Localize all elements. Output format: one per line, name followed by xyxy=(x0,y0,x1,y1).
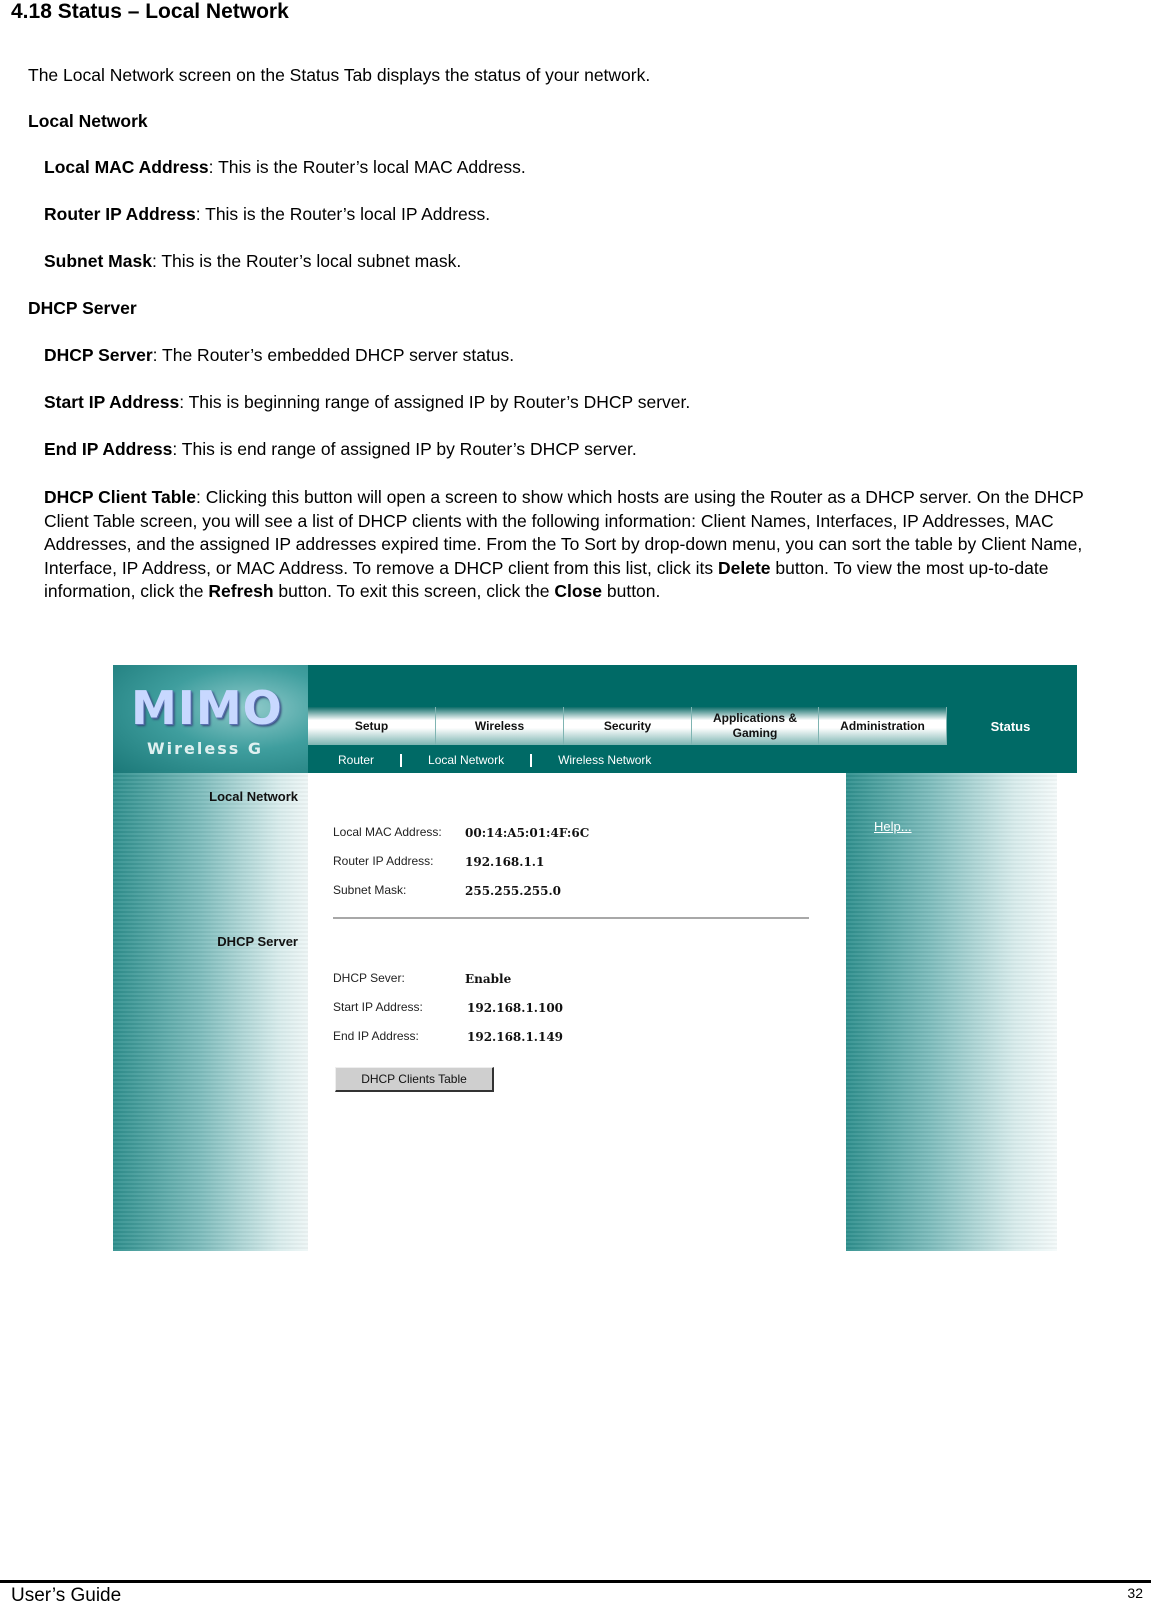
item-term: Subnet Mask xyxy=(44,251,152,271)
value-start-ip: 192.168.1.100 xyxy=(467,1001,564,1015)
item-desc: : This is end range of assigned IP by Ro… xyxy=(172,439,637,459)
subnav-separator xyxy=(530,753,533,767)
item-term: DHCP Server xyxy=(44,345,153,365)
item-term: Start IP Address xyxy=(44,392,180,412)
label-subnet-mask: Subnet Mask: xyxy=(333,883,407,897)
tab-administration[interactable]: Administration xyxy=(819,707,947,745)
item-desc: : This is the Router’s local subnet mask… xyxy=(151,251,462,271)
para-close-term: Close xyxy=(554,581,602,601)
para-text: button. To exit this screen, click the xyxy=(273,581,555,601)
tab-wireless[interactable]: Wireless xyxy=(436,707,564,745)
sidebar-label-dhcp-server: DHCP Server xyxy=(217,934,298,949)
sub-nav: Router Local Network Wireless Network xyxy=(308,750,651,770)
section-divider xyxy=(333,917,809,919)
subnav-router[interactable]: Router xyxy=(338,753,374,767)
label-local-mac: Local MAC Address: xyxy=(333,825,442,839)
logo: MIMO Wireless G xyxy=(113,665,308,773)
page-number: 32 xyxy=(1127,1585,1143,1601)
label-router-ip: Router IP Address: xyxy=(333,854,434,868)
intro-text: The Local Network screen on the Status T… xyxy=(28,65,651,85)
item-term: Router IP Address xyxy=(44,204,196,224)
item-start-ip: Start IP Address: This is beginning rang… xyxy=(44,392,690,413)
subnav-wireless-network[interactable]: Wireless Network xyxy=(558,753,651,767)
value-end-ip: 192.168.1.149 xyxy=(467,1030,564,1044)
tab-status[interactable]: Status xyxy=(947,707,1074,745)
label-dhcp-server: DHCP Sever: xyxy=(333,971,405,985)
para-delete-term: Delete xyxy=(718,557,771,578)
section-title-dhcp-server: DHCP Server xyxy=(28,298,137,318)
label-end-ip: End IP Address: xyxy=(333,1029,419,1043)
right-help-panel: Help... xyxy=(846,773,1057,1251)
value-dhcp-server: Enable xyxy=(465,972,512,986)
main-tabs: Setup Wireless Security Applications & G… xyxy=(308,707,1074,747)
value-subnet-mask: 255.255.255.0 xyxy=(465,884,562,898)
footer-title: User’s Guide xyxy=(11,1585,122,1606)
dhcp-client-table-paragraph: DHCP Client Table: Clicking this button … xyxy=(44,486,1124,604)
item-term: Local MAC Address xyxy=(44,157,209,177)
tab-applications-gaming[interactable]: Applications & Gaming xyxy=(692,707,819,745)
item-subnet-mask: Subnet Mask: This is the Router’s local … xyxy=(44,251,461,272)
item-desc: : This is the Router’s local IP Address. xyxy=(195,204,491,224)
item-desc: : This is beginning range of assigned IP… xyxy=(179,392,691,412)
value-local-mac: 00:14:A5:01:4F:6C xyxy=(465,826,590,840)
item-desc: : This is the Router’s local MAC Address… xyxy=(208,157,526,177)
item-router-ip: Router IP Address: This is the Router’s … xyxy=(44,204,490,225)
label-start-ip: Start IP Address: xyxy=(333,1000,423,1014)
subnav-local-network[interactable]: Local Network xyxy=(428,753,504,767)
logo-sub: Wireless G xyxy=(147,739,263,758)
section-title-local-network: Local Network xyxy=(28,111,148,131)
item-desc: : The Router’s embedded DHCP server stat… xyxy=(152,345,515,365)
sidebar-label-local-network: Local Network xyxy=(209,789,298,804)
para-text: button. xyxy=(602,581,661,601)
subnav-separator xyxy=(400,753,403,767)
tab-setup[interactable]: Setup xyxy=(308,707,436,745)
page-heading: 4.18 Status – Local Network xyxy=(11,0,289,23)
item-term: End IP Address xyxy=(44,439,173,459)
left-sidebar: Local Network DHCP Server xyxy=(113,773,308,1251)
footer-divider xyxy=(0,1580,1151,1583)
item-dhcp-server: DHCP Server: The Router’s embedded DHCP … xyxy=(44,345,514,366)
value-router-ip: 192.168.1.1 xyxy=(465,855,545,869)
para-refresh-term: Refresh xyxy=(208,581,274,601)
item-end-ip: End IP Address: This is end range of ass… xyxy=(44,439,637,460)
router-status-screenshot: MIMO Wireless G Setup Wireless Security … xyxy=(113,665,1077,1251)
item-local-mac: Local MAC Address: This is the Router’s … xyxy=(44,157,526,178)
para-term: DHCP Client Table xyxy=(44,487,197,507)
tab-security[interactable]: Security xyxy=(564,707,692,745)
dhcp-clients-table-button[interactable]: DHCP Clients Table xyxy=(335,1067,494,1092)
help-link[interactable]: Help... xyxy=(874,819,912,834)
logo-main: MIMO xyxy=(131,681,283,735)
